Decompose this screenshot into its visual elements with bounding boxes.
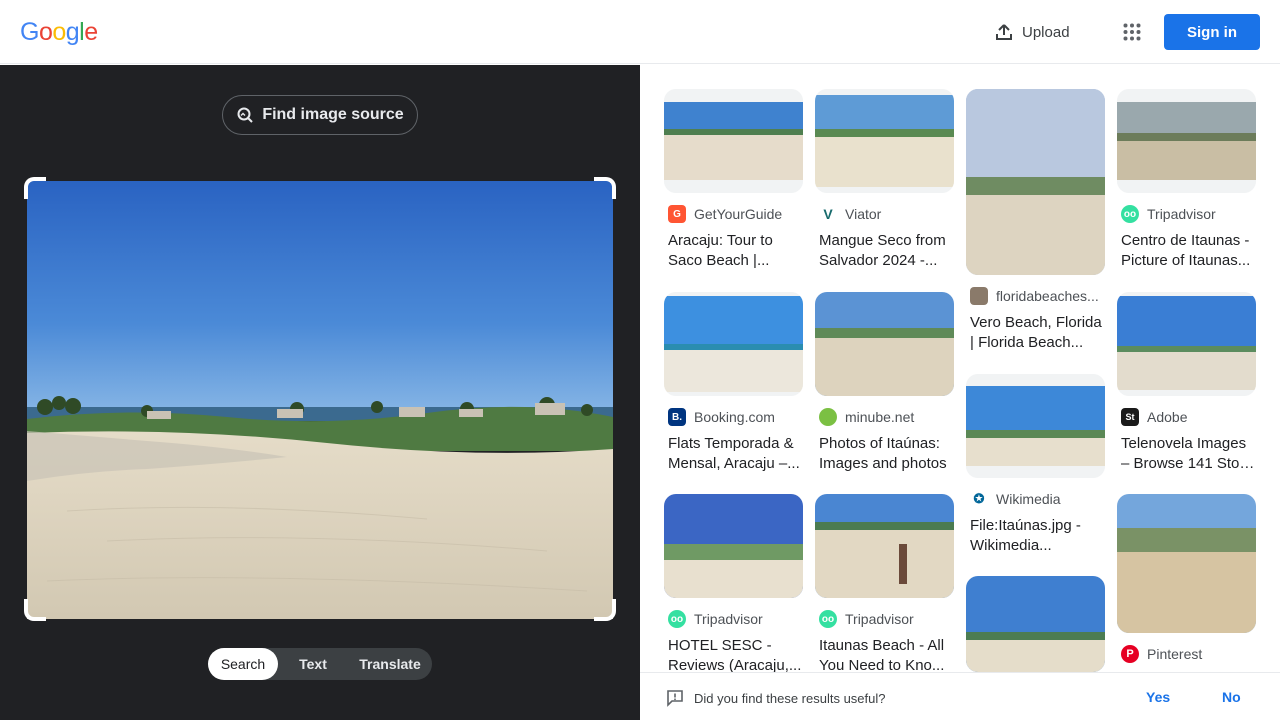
- crop-handle-top-right[interactable]: [594, 177, 616, 199]
- result-thumbnail[interactable]: [966, 576, 1105, 672]
- upload-button[interactable]: Upload: [984, 14, 1080, 50]
- getyourguide-favicon: G: [668, 205, 686, 223]
- lens-mode-tabs: Search Text Translate: [208, 648, 432, 680]
- apps-grid-icon: [1123, 23, 1141, 41]
- adobe-stock-favicon: St: [1121, 408, 1139, 426]
- result-title[interactable]: File:Itaúnas.jpg - Wikimedia...: [970, 516, 1105, 556]
- google-logo[interactable]: Google: [20, 18, 98, 47]
- feedback-yes-button[interactable]: Yes: [1146, 689, 1170, 705]
- result-title[interactable]: Telenovela Images – Browse 141 Stoc...: [1121, 434, 1256, 474]
- upload-icon: [996, 24, 1012, 40]
- image-search-icon: [237, 107, 254, 123]
- result-title[interactable]: Itaunas Beach - All You Need to Kno...: [819, 636, 954, 672]
- result-title[interactable]: HOTEL SESC - Reviews (Aracaju,...: [668, 636, 803, 672]
- result-source: oo Tripadvisor: [1121, 205, 1216, 223]
- result-title[interactable]: Photos of Itaúnas: Images and photos: [819, 434, 954, 474]
- viator-favicon: V: [819, 205, 837, 223]
- tripadvisor-favicon: oo: [819, 610, 837, 628]
- logo-letter: e: [84, 18, 98, 46]
- logo-letter: o: [38, 18, 53, 46]
- wikimedia-favicon: ✪: [970, 490, 988, 508]
- floridabeaches-favicon: [970, 287, 988, 305]
- result-source: B. Booking.com: [668, 408, 775, 426]
- result-thumbnail[interactable]: [1117, 292, 1256, 396]
- result-source: St Adobe: [1121, 408, 1187, 426]
- sign-in-button[interactable]: Sign in: [1164, 14, 1260, 50]
- result-title[interactable]: Aracaju: Tour to Saco Beach |...: [668, 231, 803, 271]
- feedback-no-button[interactable]: No: [1222, 689, 1241, 705]
- logo-letter: g: [65, 18, 80, 46]
- feedback-icon: [667, 690, 683, 707]
- booking-favicon: B.: [668, 408, 686, 426]
- result-title[interactable]: Vero Beach, Florida | Florida Beach...: [970, 313, 1105, 353]
- result-source: minube.net: [819, 408, 914, 426]
- result-title[interactable]: Centro de Itaunas - Picture of Itaunas...: [1121, 231, 1256, 271]
- crop-handle-bottom-left[interactable]: [24, 599, 46, 621]
- logo-letter: G: [20, 18, 39, 46]
- tab-translate[interactable]: Translate: [348, 648, 432, 680]
- minube-favicon: [819, 408, 837, 426]
- result-thumbnail[interactable]: [1117, 494, 1256, 633]
- result-thumbnail[interactable]: [815, 494, 954, 598]
- result-thumbnail[interactable]: [664, 292, 803, 396]
- result-thumbnail[interactable]: [966, 374, 1105, 478]
- find-image-source-label: Find image source: [262, 106, 404, 123]
- upload-label: Upload: [1022, 23, 1070, 41]
- tab-search[interactable]: Search: [208, 648, 278, 680]
- crop-handle-top-left[interactable]: [24, 177, 46, 199]
- tripadvisor-favicon: oo: [1121, 205, 1139, 223]
- result-title[interactable]: Flats Temporada & Mensal, Aracaju –...: [668, 434, 803, 474]
- result-source: floridabeaches...: [970, 287, 1099, 305]
- result-source: ✪ Wikimedia: [970, 490, 1061, 508]
- result-source: oo Tripadvisor: [819, 610, 914, 628]
- result-thumbnail[interactable]: [815, 292, 954, 396]
- result-source: oo Tripadvisor: [668, 610, 763, 628]
- result-source: V Viator: [819, 205, 881, 223]
- pinterest-favicon: P: [1121, 645, 1139, 663]
- tab-text[interactable]: Text: [278, 648, 348, 680]
- result-source: G GetYourGuide: [668, 205, 782, 223]
- result-thumbnail[interactable]: [664, 494, 803, 598]
- query-image[interactable]: [27, 181, 613, 619]
- find-image-source-button[interactable]: Find image source: [222, 95, 418, 135]
- result-title[interactable]: Mangue Seco from Salvador 2024 -...: [819, 231, 954, 271]
- feedback-question: Did you find these results useful?: [666, 689, 886, 707]
- result-thumbnail[interactable]: [664, 89, 803, 193]
- google-apps-button[interactable]: [1116, 16, 1148, 48]
- result-thumbnail[interactable]: [966, 89, 1105, 275]
- top-bar: Google Upload Sign in: [0, 0, 1280, 64]
- result-thumbnail[interactable]: [815, 89, 954, 193]
- feedback-bar: Did you find these results useful? Yes N…: [640, 672, 1280, 720]
- crop-handle-bottom-right[interactable]: [594, 599, 616, 621]
- logo-letter: o: [52, 18, 66, 46]
- lens-image-panel: Find image source Search Text Translate: [0, 65, 640, 720]
- result-source: P Pinterest: [1121, 645, 1202, 663]
- visual-matches-grid: G GetYourGuide Aracaju: Tour to Saco Beach…: [640, 65, 1280, 672]
- result-thumbnail[interactable]: [1117, 89, 1256, 193]
- tripadvisor-favicon: oo: [668, 610, 686, 628]
